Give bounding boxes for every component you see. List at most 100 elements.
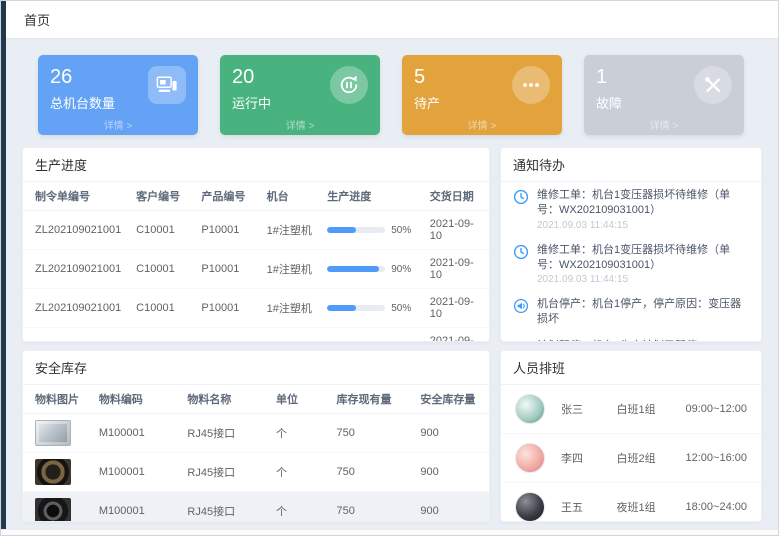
column-header: 物料名称 [181, 385, 270, 414]
table-row[interactable]: ZL202109021001 C10001 P10001 1#注塑机 50% 2… [23, 328, 489, 343]
customer-no: C10001 [130, 211, 195, 250]
column-header: 产品编号 [195, 182, 260, 211]
production-panel: 生产进度 制令单编号 客户编号 产品编号 机台 生产进度 交货日期 [22, 147, 490, 342]
machine: 1#注塑机 [261, 289, 322, 328]
on-hand-qty: 750 [331, 492, 415, 523]
unit: 个 [270, 453, 331, 492]
stat-label: 待产 [414, 93, 440, 112]
safety-qty: 900 [414, 414, 489, 453]
dashboard-content: 26 总机台数量 [6, 39, 778, 529]
material-photo [35, 420, 71, 446]
notification-time: 2021.09.03 11:44:15 [537, 220, 749, 231]
column-header: 交货日期 [424, 182, 489, 211]
progress-bar: 50% [327, 303, 418, 314]
material-name: RJ45接口 [181, 492, 270, 523]
notification-item[interactable]: 维修工单：机台1变压器损坏待维修（单号：WX202109031001） 2021… [501, 182, 761, 237]
customer-no: C10001 [130, 289, 195, 328]
delivery-date: 2021-09-10 [424, 289, 489, 328]
panel-title: 安全库存 [23, 351, 489, 385]
stat-card-running[interactable]: 20 运行中 [220, 55, 380, 135]
tab-home[interactable]: 首页 [24, 10, 50, 29]
clock-icon [513, 244, 529, 286]
table-row[interactable]: M100001 RJ45接口 个 750 900 [23, 414, 489, 453]
column-header: 物料编码 [93, 385, 182, 414]
column-header: 机台 [261, 182, 322, 211]
detail-link[interactable]: 详情 > [38, 117, 198, 132]
stat-value: 1 [596, 66, 622, 88]
horizontal-scrollbar[interactable] [1, 529, 778, 535]
material-code: M100001 [93, 453, 182, 492]
notifications-panel: 通知待办 维修工单：机台1变压器损坏待维修（单号：WX202109031001）… [500, 147, 762, 342]
notification-item[interactable]: 机台停产：机台1停产，停产原因：变压器损坏 [501, 291, 761, 333]
shift-label: 夜班1组 [617, 499, 686, 515]
order-no: ZL202109021001 [23, 211, 130, 250]
table-row[interactable]: ZL202109021001 C10001 P10001 1#注塑机 50% 2… [23, 211, 489, 250]
order-no: ZL202109021001 [23, 328, 130, 343]
panel-title: 生产进度 [23, 148, 489, 182]
column-header: 库存现有量 [331, 385, 415, 414]
safety-qty: 900 [414, 492, 489, 523]
tools-icon [694, 66, 732, 104]
delivery-date: 2021-09-10 [424, 250, 489, 289]
notification-time: 2021.09.03 11:44:15 [537, 274, 749, 285]
product-no: P10001 [195, 328, 260, 343]
main-area: 首页 26 总机台数量 [6, 1, 778, 529]
progress-bar: 50% [327, 342, 418, 343]
person-name: 张三 [561, 401, 617, 417]
inventory-table: 物料图片 物料编码 物料名称 单位 库存现有量 安全库存量 [23, 385, 489, 522]
stat-card-standby[interactable]: 5 待产 详情 > [402, 55, 562, 135]
notification-text: 维修工单：机台1变压器损坏待维修（单号：WX202109031001） [537, 188, 749, 218]
shift-label: 白班1组 [617, 401, 686, 417]
column-header: 制令单编号 [23, 182, 130, 211]
material-photo [35, 459, 71, 485]
material-name: RJ45接口 [181, 414, 270, 453]
machine: 1#注塑机 [261, 328, 322, 343]
stat-card-total-machines[interactable]: 26 总机台数量 [38, 55, 198, 135]
table-row[interactable]: ZL202109021001 C10001 P10001 1#注塑机 50% 2… [23, 289, 489, 328]
notification-item[interactable]: 计划暂停：机台1生产计划已暂停 2021.09.03 11:44:15 [501, 333, 761, 342]
clock-icon [513, 189, 529, 231]
schedule-panel: 人员排班 张三 白班1组 09:00~12:00 李四 白班2组 12:00~1… [500, 350, 762, 522]
notification-text: 机台停产：机台1停产，停产原因：变压器损坏 [537, 297, 749, 327]
column-header: 单位 [270, 385, 331, 414]
delivery-date: 2021-09-10 [424, 211, 489, 250]
notification-item[interactable]: 维修工单：机台1变压器损坏待维修（单号：WX202109031001） 2021… [501, 237, 761, 292]
progress-bar: 50% [327, 225, 418, 236]
shift-label: 白班2组 [617, 450, 686, 466]
stat-value: 26 [50, 66, 115, 88]
stat-card-fault[interactable]: 1 故障 详情 > [584, 55, 744, 135]
table-row[interactable]: M100001 RJ45接口 个 750 900 [23, 453, 489, 492]
order-no: ZL202109021001 [23, 250, 130, 289]
table-row[interactable]: ZL202109021001 C10001 P10001 1#注塑机 90% 2… [23, 250, 489, 289]
notification-text: 计划暂停：机台1生产计划已暂停 [537, 339, 697, 342]
panel-title: 人员排班 [501, 351, 761, 385]
stat-label: 总机台数量 [50, 93, 115, 112]
on-hand-qty: 750 [331, 453, 415, 492]
customer-no: C10001 [130, 328, 195, 343]
person-name: 李四 [561, 450, 617, 466]
detail-link[interactable]: 详情 > [402, 117, 562, 132]
table-row[interactable]: M100001 RJ45接口 个 750 900 [23, 492, 489, 523]
material-code: M100001 [93, 414, 182, 453]
speaker-icon [513, 340, 529, 342]
table-header-row: 物料图片 物料编码 物料名称 单位 库存现有量 安全库存量 [23, 385, 489, 414]
machine: 1#注塑机 [261, 211, 322, 250]
product-no: P10001 [195, 211, 260, 250]
delivery-date: 2021-09-10 [424, 328, 489, 343]
production-table: 制令单编号 客户编号 产品编号 机台 生产进度 交货日期 [23, 182, 489, 342]
schedule-row: 王五 夜班1组 18:00~24:00 [501, 483, 761, 522]
product-no: P10001 [195, 250, 260, 289]
panel-title: 通知待办 [501, 148, 761, 182]
panel-grid: 生产进度 制令单编号 客户编号 产品编号 机台 生产进度 交货日期 [22, 147, 762, 522]
schedule-row: 张三 白班1组 09:00~12:00 [501, 385, 761, 434]
safety-qty: 900 [414, 453, 489, 492]
detail-link[interactable]: 详情 > [584, 117, 744, 132]
machine-icon [148, 66, 186, 104]
material-code: M100001 [93, 492, 182, 523]
column-header: 客户编号 [130, 182, 195, 211]
shift-time: 12:00~16:00 [686, 452, 747, 464]
order-no: ZL202109021001 [23, 289, 130, 328]
customer-no: C10001 [130, 250, 195, 289]
detail-link[interactable]: 详情 > [220, 117, 380, 132]
refresh-icon [330, 66, 368, 104]
